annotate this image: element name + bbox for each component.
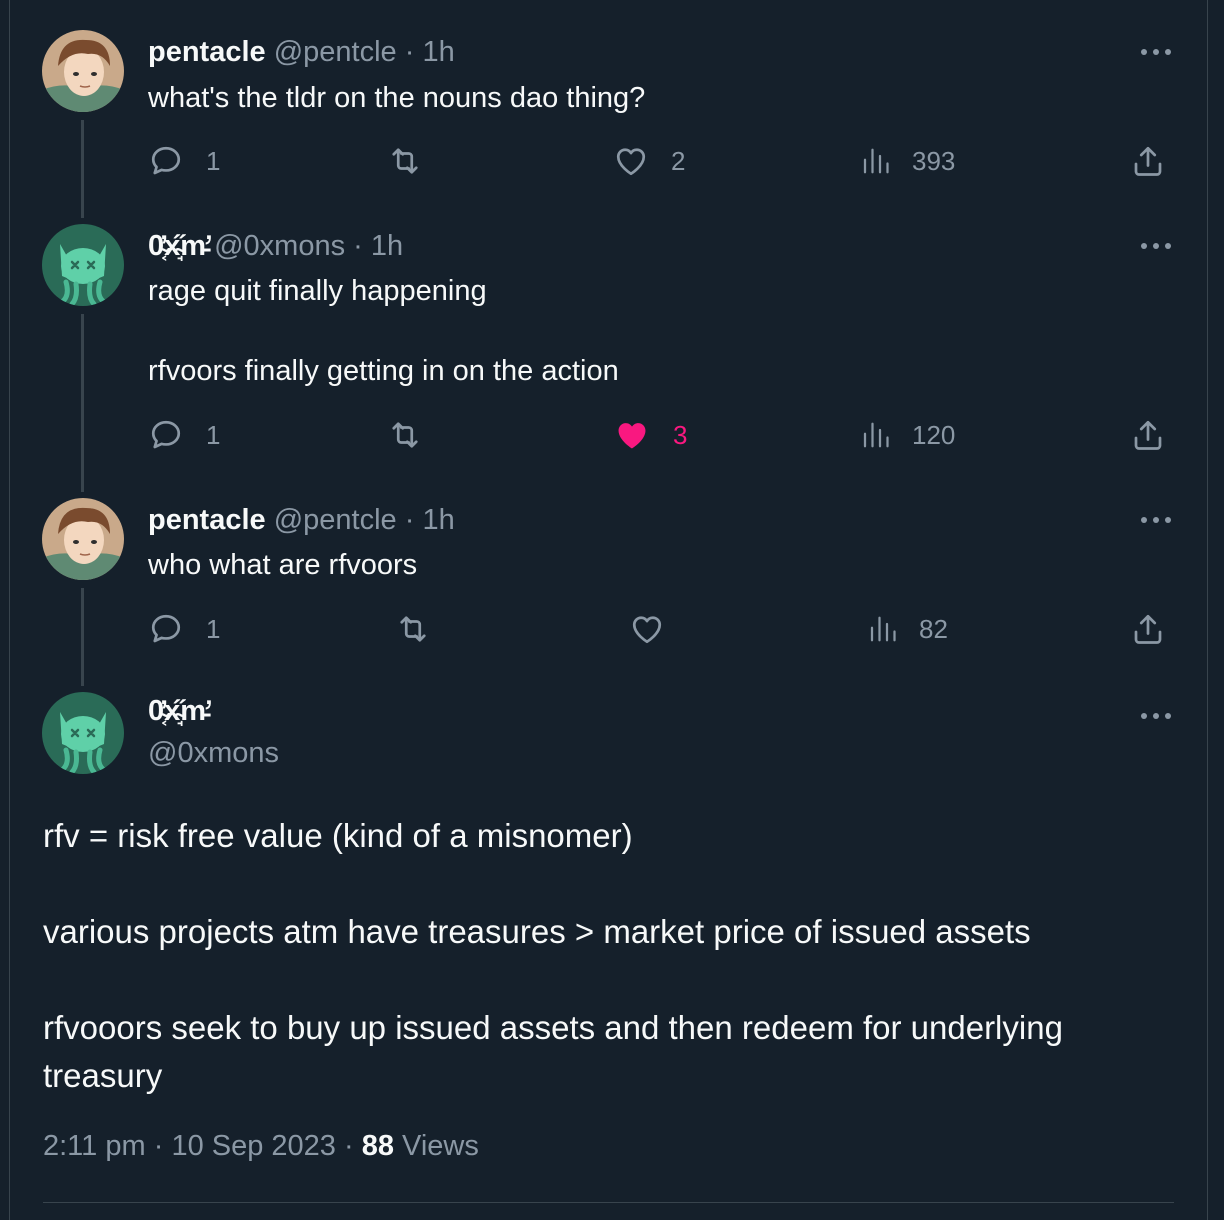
reply-tweet-1[interactable]: pentacle @pentcle · 1h what's the tldr o… xyxy=(0,0,1224,220)
display-name[interactable]: pentacle xyxy=(148,36,266,68)
reply-text: what's the tldr on the nouns dao thing? xyxy=(148,82,646,114)
retweet-icon xyxy=(392,422,418,448)
reply-text: who what are rfvoors xyxy=(148,549,418,581)
like-button[interactable]: 2 xyxy=(613,141,685,181)
share-button[interactable] xyxy=(1130,415,1166,455)
retweet-button[interactable] xyxy=(394,609,454,649)
view-count: 120 xyxy=(912,419,956,450)
timestamp[interactable]: 1h xyxy=(422,504,454,536)
handle[interactable]: @pentcle xyxy=(274,504,397,536)
like-button[interactable]: 3 xyxy=(613,415,687,455)
handle[interactable]: @pentcle xyxy=(274,36,397,68)
handle[interactable]: @0xmons xyxy=(214,230,345,262)
reply-button[interactable]: 1 xyxy=(148,415,220,455)
display-name[interactable]: 0̴͔̓x̴̘̋m̵̛ xyxy=(148,690,279,732)
reply-button[interactable]: 1 xyxy=(148,609,220,649)
like-icon-filled xyxy=(618,423,646,449)
monster-avatar-image xyxy=(42,224,124,306)
share-icon xyxy=(1134,420,1162,450)
like-button[interactable] xyxy=(629,609,687,649)
share-button[interactable] xyxy=(1130,141,1166,181)
retweet-icon xyxy=(392,148,418,174)
views-icon xyxy=(863,148,889,174)
reply-header: pentacle @pentcle · 1h xyxy=(148,34,455,70)
more-icon[interactable] xyxy=(1138,236,1174,256)
thread-connector xyxy=(81,314,84,492)
timestamp[interactable]: 1h xyxy=(371,230,403,262)
views-button[interactable]: 120 xyxy=(860,415,955,455)
main-tweet-text: rfv = risk free value (kind of a misnome… xyxy=(43,817,1063,1094)
separator: · xyxy=(404,504,415,536)
anime-avatar-image xyxy=(42,30,124,112)
reply-count: 1 xyxy=(206,145,221,176)
view-count: 393 xyxy=(912,145,956,176)
like-icon xyxy=(632,616,662,644)
timestamp[interactable]: 1h xyxy=(422,36,454,68)
separator: · xyxy=(343,1130,354,1162)
reply-count: 1 xyxy=(206,613,221,644)
main-tweet-header: 0̴͔̓x̴̘̋m̵̛ @0xmons xyxy=(148,690,279,774)
reply-icon xyxy=(151,420,181,449)
reply-text: rage quit finally happening rfvoors fina… xyxy=(148,275,619,387)
retweet-button[interactable] xyxy=(386,415,446,455)
views-button[interactable]: 393 xyxy=(860,141,955,181)
tweet-meta: 2:11 pm · 10 Sep 2023 · 88 Views xyxy=(43,1130,479,1163)
reply-header: pentacle @pentcle · 1h xyxy=(148,502,455,538)
avatar-pentacle[interactable] xyxy=(42,30,124,112)
display-name[interactable]: 0̴͔̓x̴̘̋m̵̛ xyxy=(148,230,206,262)
like-icon xyxy=(616,148,646,176)
views-icon xyxy=(870,616,896,642)
tweet-date[interactable]: 10 Sep 2023 xyxy=(171,1130,335,1162)
handle[interactable]: @0xmons xyxy=(148,732,279,774)
reply-button[interactable]: 1 xyxy=(148,141,220,181)
views-count: 88 xyxy=(361,1130,394,1162)
more-icon[interactable] xyxy=(1138,510,1174,530)
thread-connector xyxy=(81,120,84,218)
reply-icon xyxy=(151,146,181,175)
like-count: 3 xyxy=(673,419,688,450)
reply-header: 0̴͔̓x̴̘̋m̵̛ @0xmons · 1h xyxy=(148,228,403,264)
separator: · xyxy=(404,36,415,68)
tweet-time[interactable]: 2:11 pm xyxy=(43,1130,146,1162)
avatar-0xmons[interactable] xyxy=(42,224,124,306)
views-label: Views xyxy=(402,1130,479,1162)
separator: · xyxy=(353,230,363,262)
reply-tweet-2[interactable]: 0̴͔̓x̴̘̋m̵̛ @0xmons · 1h rage quit final… xyxy=(0,220,1224,494)
separator: · xyxy=(153,1130,164,1162)
divider xyxy=(43,1202,1174,1203)
retweet-icon xyxy=(400,616,426,642)
share-icon xyxy=(1134,614,1162,644)
reply-tweet-3[interactable]: pentacle @pentcle · 1h who what are rfvo… xyxy=(0,494,1224,688)
view-count: 82 xyxy=(919,613,948,644)
like-count: 2 xyxy=(671,145,686,176)
reply-icon xyxy=(151,614,181,643)
avatar-pentacle[interactable] xyxy=(42,498,124,580)
share-icon xyxy=(1134,146,1162,176)
views-button[interactable]: 82 xyxy=(867,609,948,649)
display-name[interactable]: pentacle xyxy=(148,504,266,536)
avatar-0xmons[interactable] xyxy=(42,692,124,774)
anime-avatar-image xyxy=(42,498,124,580)
thread-connector xyxy=(81,588,84,686)
monster-avatar-image xyxy=(42,692,124,774)
retweet-button[interactable] xyxy=(386,141,446,181)
more-icon[interactable] xyxy=(1138,42,1174,62)
views-icon xyxy=(863,422,889,448)
share-button[interactable] xyxy=(1130,609,1166,649)
more-icon[interactable] xyxy=(1138,706,1174,726)
reply-count: 1 xyxy=(206,419,221,450)
